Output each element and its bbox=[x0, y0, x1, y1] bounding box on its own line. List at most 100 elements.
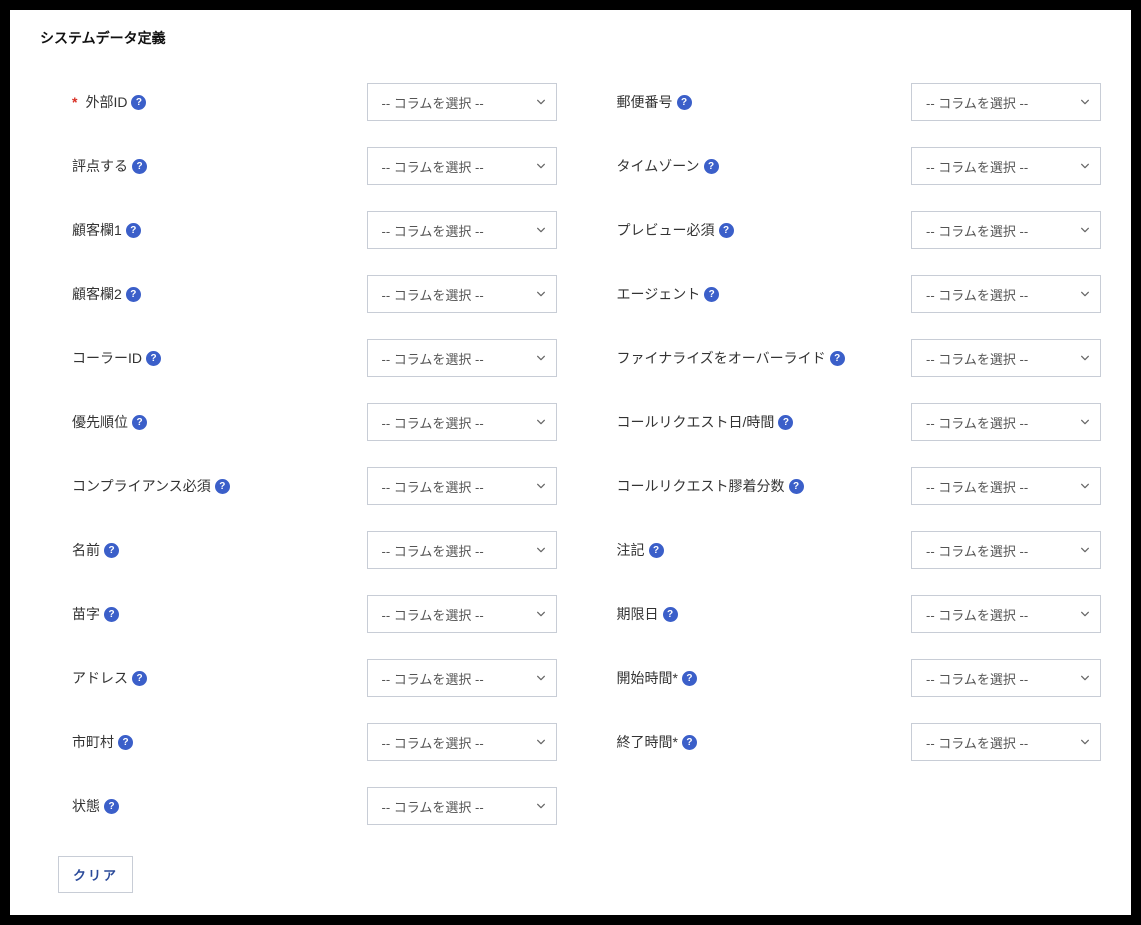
column-select-address[interactable]: -- コラムを選択 -- bbox=[367, 659, 557, 697]
right-column: 郵便番号-- コラムを選択 --タイムゾーン-- コラムを選択 --プレビュー必… bbox=[617, 70, 1102, 838]
select-cell: -- コラムを選択 -- bbox=[911, 595, 1101, 633]
column-select-city[interactable]: -- コラムを選択 -- bbox=[367, 723, 557, 761]
help-icon[interactable] bbox=[132, 415, 147, 430]
help-icon[interactable] bbox=[118, 735, 133, 750]
field-row-due-date: 期限日-- コラムを選択 -- bbox=[617, 582, 1102, 646]
help-icon[interactable] bbox=[649, 543, 664, 558]
column-select-postal-code[interactable]: -- コラムを選択 -- bbox=[911, 83, 1101, 121]
help-icon[interactable] bbox=[104, 543, 119, 558]
help-icon[interactable] bbox=[789, 479, 804, 494]
select-placeholder: -- コラムを選択 -- bbox=[382, 669, 484, 688]
field-label: 評点する bbox=[72, 156, 347, 177]
column-select-rate[interactable]: -- コラムを選択 -- bbox=[367, 147, 557, 185]
column-select-first-name[interactable]: -- コラムを選択 -- bbox=[367, 531, 557, 569]
chevron-down-icon bbox=[1080, 161, 1090, 171]
select-placeholder: -- コラムを選択 -- bbox=[926, 605, 1028, 624]
column-select-customer-field-2[interactable]: -- コラムを選択 -- bbox=[367, 275, 557, 313]
column-select-override-finalize[interactable]: -- コラムを選択 -- bbox=[911, 339, 1101, 377]
field-label-text: 市町村 bbox=[72, 732, 114, 753]
help-icon[interactable] bbox=[663, 607, 678, 622]
field-row-state: 状態 -- コラムを選択 -- bbox=[72, 774, 557, 838]
help-icon[interactable] bbox=[132, 671, 147, 686]
form-columns: *外部ID -- コラムを選択 -- 評点する -- コラムを選択 -- 顧客欄1 -- … bbox=[72, 70, 1101, 838]
field-row-call-request-adhesion-minutes: コールリクエスト膠着分数 -- コラムを選択 -- bbox=[617, 454, 1102, 518]
column-select-state[interactable]: -- コラムを選択 -- bbox=[367, 787, 557, 825]
chevron-down-icon bbox=[1080, 609, 1090, 619]
help-icon[interactable] bbox=[104, 799, 119, 814]
column-select-preview-required[interactable]: -- コラムを選択 -- bbox=[911, 211, 1101, 249]
field-row-caller-id: コーラーID-- コラムを選択 -- bbox=[72, 326, 557, 390]
select-cell: -- コラムを選択 -- bbox=[367, 723, 557, 761]
select-cell: -- コラムを選択 -- bbox=[367, 403, 557, 441]
field-row-external-id: *外部ID -- コラムを選択 -- bbox=[72, 70, 557, 134]
field-label-text: 終了時間* bbox=[617, 732, 678, 753]
clear-button[interactable]: クリア bbox=[58, 856, 133, 893]
column-select-caller-id[interactable]: -- コラムを選択 -- bbox=[367, 339, 557, 377]
column-select-start-time[interactable]: -- コラムを選択 -- bbox=[911, 659, 1101, 697]
select-placeholder: -- コラムを選択 -- bbox=[926, 349, 1028, 368]
column-select-agent[interactable]: -- コラムを選択 -- bbox=[911, 275, 1101, 313]
help-icon[interactable] bbox=[704, 287, 719, 302]
field-label-text: コールリクエスト日/時間 bbox=[617, 412, 775, 433]
select-cell: -- コラムを選択 -- bbox=[911, 723, 1101, 761]
help-icon[interactable] bbox=[132, 159, 147, 174]
help-icon[interactable] bbox=[215, 479, 230, 494]
help-icon[interactable] bbox=[682, 671, 697, 686]
field-label-text: コンプライアンス必須 bbox=[72, 476, 211, 497]
field-label: 状態 bbox=[72, 796, 347, 817]
column-select-end-time[interactable]: -- コラムを選択 -- bbox=[911, 723, 1101, 761]
column-select-external-id[interactable]: -- コラムを選択 -- bbox=[367, 83, 557, 121]
column-select-timezone[interactable]: -- コラムを選択 -- bbox=[911, 147, 1101, 185]
column-select-notes[interactable]: -- コラムを選択 -- bbox=[911, 531, 1101, 569]
help-icon[interactable] bbox=[682, 735, 697, 750]
help-icon[interactable] bbox=[778, 415, 793, 430]
system-data-definition-panel: システムデータ定義 *外部ID-- コラムを選択 --評点する-- コラムを選択… bbox=[10, 10, 1131, 915]
help-icon[interactable] bbox=[704, 159, 719, 174]
select-cell: -- コラムを選択 -- bbox=[367, 531, 557, 569]
field-label: コールリクエスト膠着分数 bbox=[617, 476, 892, 497]
field-row-preview-required: プレビュー必須 -- コラムを選択 -- bbox=[617, 198, 1102, 262]
form-footer: クリア bbox=[58, 856, 1101, 893]
select-cell: -- コラムを選択 -- bbox=[911, 83, 1101, 121]
field-label-text: 優先順位 bbox=[72, 412, 128, 433]
field-row-notes: 注記 -- コラムを選択 -- bbox=[617, 518, 1102, 582]
select-cell: -- コラムを選択 -- bbox=[367, 339, 557, 377]
field-row-start-time: 開始時間* -- コラムを選択 -- bbox=[617, 646, 1102, 710]
field-label: 開始時間* bbox=[617, 668, 892, 689]
field-row-city: 市町村 -- コラムを選択 -- bbox=[72, 710, 557, 774]
column-select-call-request-adhesion-minutes[interactable]: -- コラムを選択 -- bbox=[911, 467, 1101, 505]
field-label-text: 郵便番号 bbox=[617, 92, 673, 113]
field-row-last-name: 苗字-- コラムを選択 -- bbox=[72, 582, 557, 646]
field-label: 注記 bbox=[617, 540, 892, 561]
help-icon[interactable] bbox=[126, 287, 141, 302]
column-select-last-name[interactable]: -- コラムを選択 -- bbox=[367, 595, 557, 633]
help-icon[interactable] bbox=[146, 351, 161, 366]
help-icon[interactable] bbox=[677, 95, 692, 110]
select-placeholder: -- コラムを選択 -- bbox=[926, 413, 1028, 432]
help-icon[interactable] bbox=[126, 223, 141, 238]
help-icon[interactable] bbox=[830, 351, 845, 366]
select-cell: -- コラムを選択 -- bbox=[367, 211, 557, 249]
help-icon[interactable] bbox=[719, 223, 734, 238]
help-icon[interactable] bbox=[131, 95, 146, 110]
field-label: 市町村 bbox=[72, 732, 347, 753]
chevron-down-icon bbox=[536, 481, 546, 491]
chevron-down-icon bbox=[536, 673, 546, 683]
field-label-text: 顧客欄1 bbox=[72, 220, 122, 241]
field-label: プレビュー必須 bbox=[617, 220, 892, 241]
column-select-customer-field-1[interactable]: -- コラムを選択 -- bbox=[367, 211, 557, 249]
select-cell: -- コラムを選択 -- bbox=[911, 275, 1101, 313]
select-cell: -- コラムを選択 -- bbox=[367, 595, 557, 633]
column-select-due-date[interactable]: -- コラムを選択 -- bbox=[911, 595, 1101, 633]
field-label: 顧客欄1 bbox=[72, 220, 347, 241]
chevron-down-icon bbox=[1080, 289, 1090, 299]
select-placeholder: -- コラムを選択 -- bbox=[926, 733, 1028, 752]
column-select-compliance-required[interactable]: -- コラムを選択 -- bbox=[367, 467, 557, 505]
column-select-priority[interactable]: -- コラムを選択 -- bbox=[367, 403, 557, 441]
left-column: *外部ID -- コラムを選択 -- 評点する -- コラムを選択 -- 顧客欄1 -- … bbox=[72, 70, 557, 838]
column-select-call-request-datetime[interactable]: -- コラムを選択 -- bbox=[911, 403, 1101, 441]
field-row-customer-field-1: 顧客欄1 -- コラムを選択 -- bbox=[72, 198, 557, 262]
field-label: 郵便番号 bbox=[617, 92, 892, 113]
field-label: *外部ID bbox=[72, 92, 347, 113]
help-icon[interactable] bbox=[104, 607, 119, 622]
